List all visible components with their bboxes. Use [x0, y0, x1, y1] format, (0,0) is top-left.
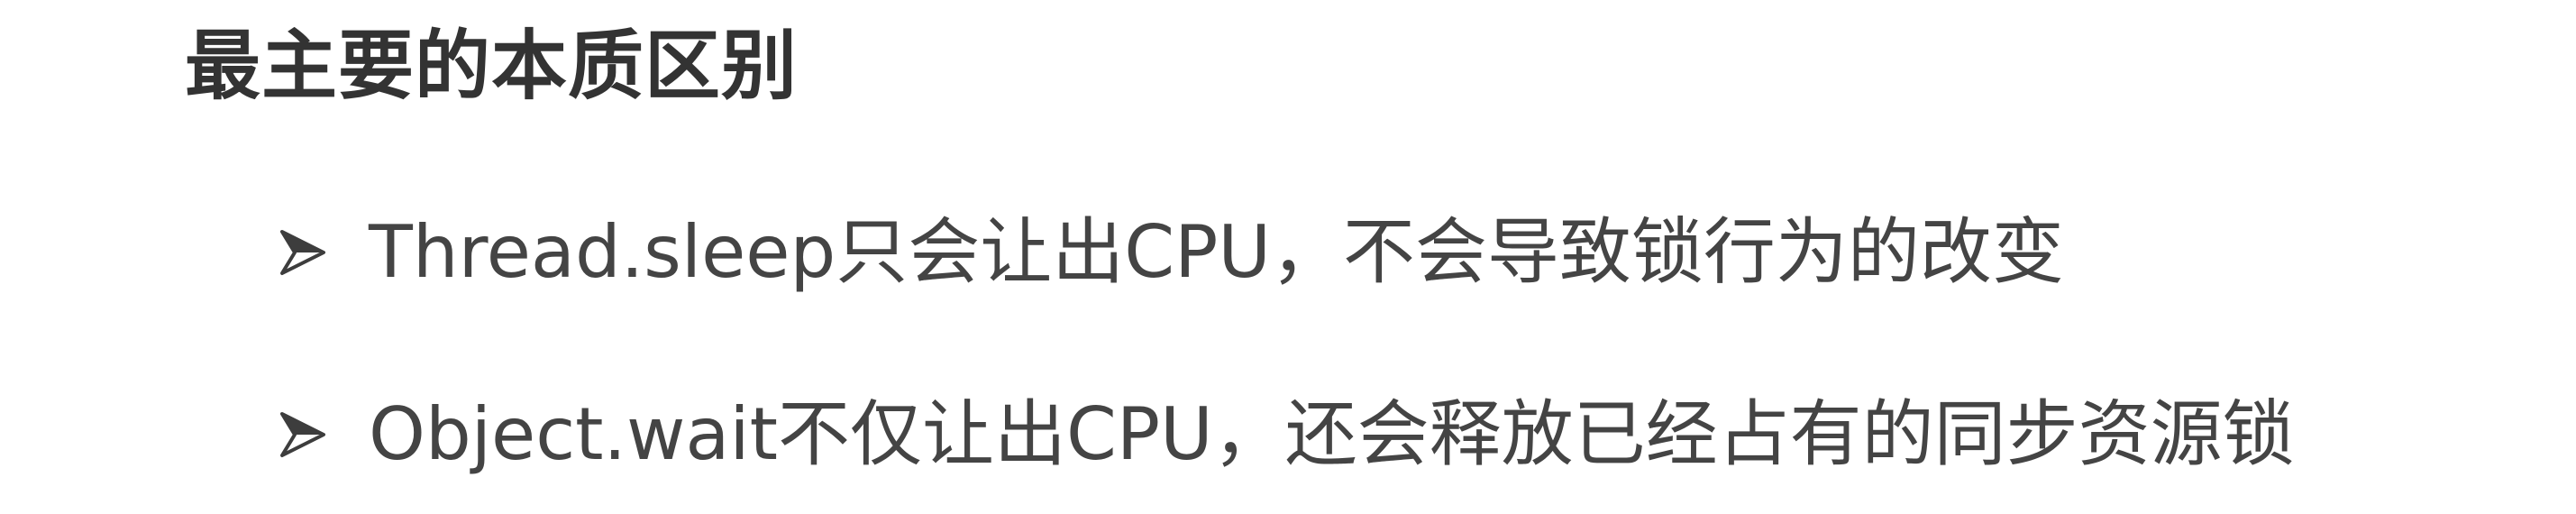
bullet-text: Object.wait不仅让出CPU，还会释放已经占有的同步资源锁 — [369, 392, 2295, 476]
list-item: Thread.sleep只会让出CPU，不会导致锁行为的改变 — [275, 203, 2483, 302]
arrowhead-bullet-icon — [280, 412, 325, 457]
list-item: Object.wait不仅让出CPU，还会释放已经占有的同步资源锁 — [275, 385, 2483, 484]
slide-title: 最主要的本质区别 — [185, 22, 799, 110]
arrowhead-bullet-icon — [280, 230, 325, 275]
bullet-text: Thread.sleep只会让出CPU，不会导致锁行为的改变 — [369, 210, 2064, 294]
slide: 最主要的本质区别 Thread.sleep只会让出CPU，不会导致锁行为的改变 … — [0, 0, 2576, 514]
bullet-list: Thread.sleep只会让出CPU，不会导致锁行为的改变 Object.wa… — [275, 203, 2483, 484]
